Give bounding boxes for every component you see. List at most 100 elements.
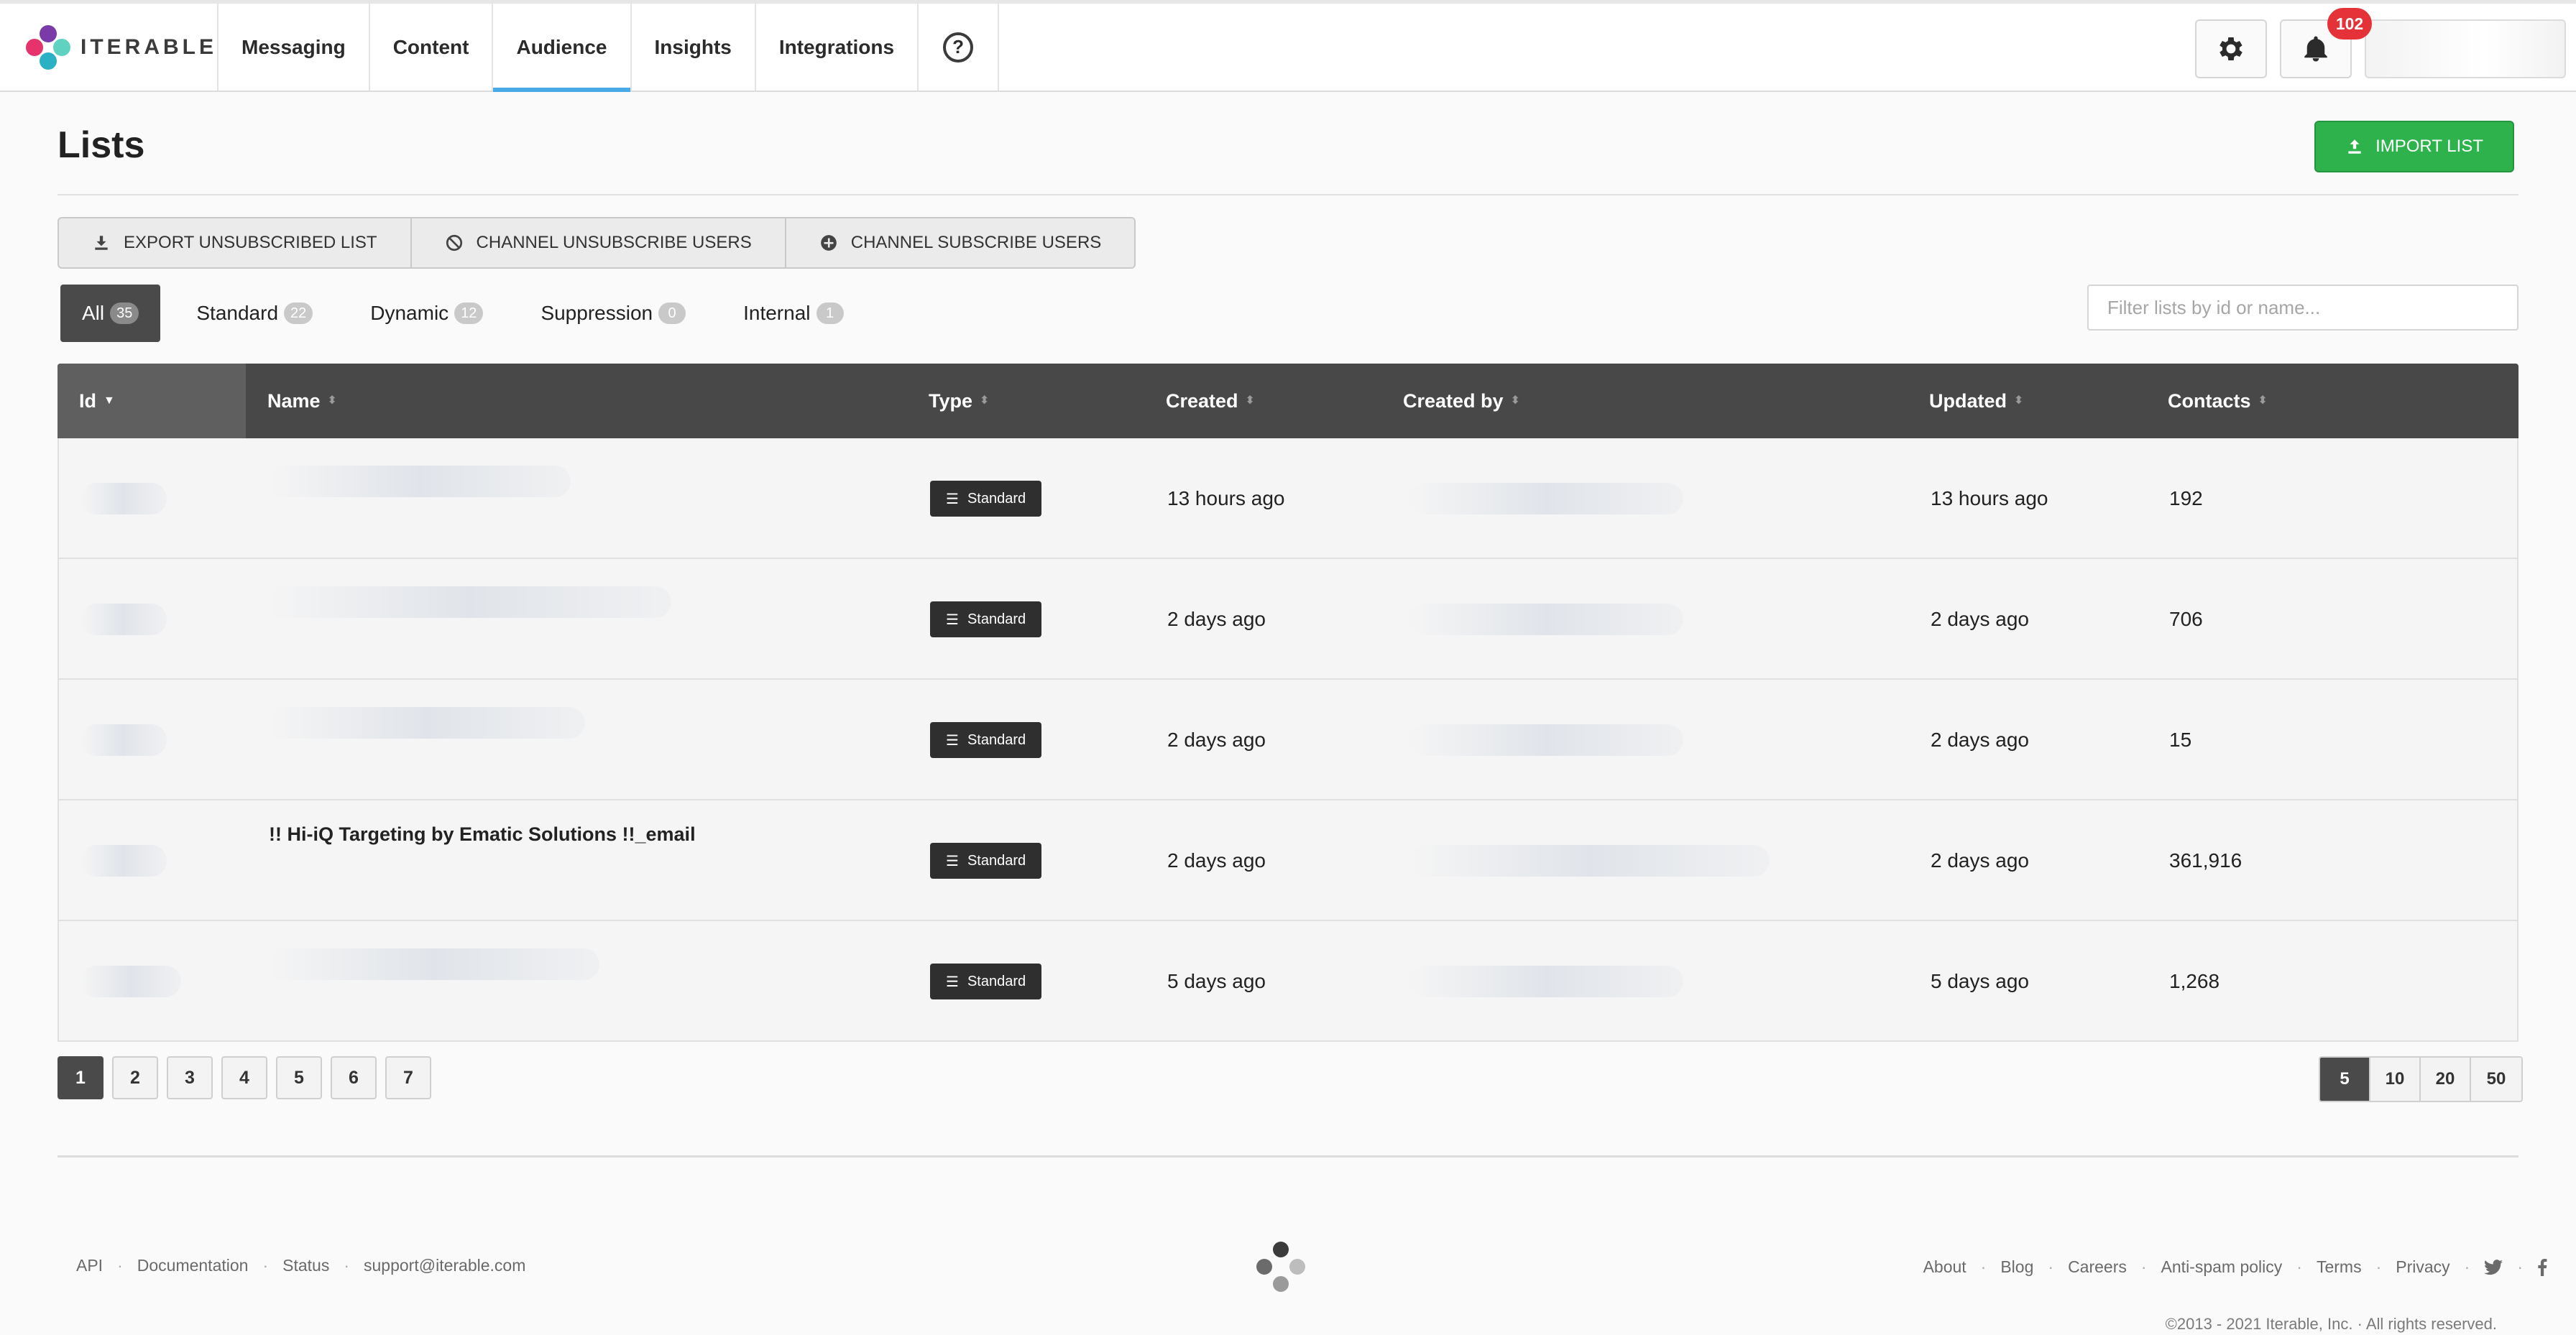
tab-all[interactable]: All 35 xyxy=(60,285,161,342)
upload-icon xyxy=(2348,139,2361,154)
created-cell: 2 days ago xyxy=(1167,729,1266,751)
contacts-cell: 15 xyxy=(2169,729,2192,751)
twitter-icon[interactable] xyxy=(2484,1259,2503,1275)
notifications-button[interactable]: 102 xyxy=(2280,8,2372,78)
pagination: 1 2 3 4 5 6 7 xyxy=(58,1056,431,1099)
page-size-selector: 5 10 20 50 xyxy=(2319,1056,2523,1102)
separator: · xyxy=(262,1256,269,1275)
footer-right-links: About · Blog · Careers · Anti-spam polic… xyxy=(1923,1257,2547,1277)
bell-icon xyxy=(2304,36,2327,62)
redacted-creator xyxy=(1410,724,1683,756)
page-button[interactable]: 5 xyxy=(276,1056,322,1099)
table-row[interactable]: !! Hi-iQ Targeting by Ematic Solutions !… xyxy=(58,800,2518,921)
tab-label: All xyxy=(82,302,105,324)
import-list-button[interactable]: IMPORT LIST xyxy=(2314,121,2514,172)
page-title: Lists xyxy=(58,124,145,166)
user-menu[interactable] xyxy=(2365,19,2566,78)
footer-link-privacy[interactable]: Privacy xyxy=(2396,1257,2450,1277)
column-header-updated[interactable]: Updated ⬍ xyxy=(1929,364,2023,438)
column-header-name[interactable]: Name ⬍ xyxy=(267,364,337,438)
page-button[interactable]: 7 xyxy=(385,1056,431,1099)
type-label: Standard xyxy=(967,852,1026,869)
nav-label: Messaging xyxy=(242,35,346,58)
filter-lists-input[interactable] xyxy=(2087,285,2518,331)
tab-dynamic[interactable]: Dynamic 12 xyxy=(349,285,505,342)
page-button[interactable]: 4 xyxy=(221,1056,267,1099)
page-button[interactable]: 2 xyxy=(112,1056,158,1099)
nav-integrations[interactable]: Integrations xyxy=(756,4,919,91)
footer-link-terms[interactable]: Terms xyxy=(2317,1257,2362,1277)
copyright-text: ©2013 - 2021 Iterable, Inc. · All rights… xyxy=(2165,1315,2497,1333)
footer-link-about[interactable]: About xyxy=(1923,1257,1966,1277)
redacted-id xyxy=(80,845,167,877)
nav-insights[interactable]: Insights xyxy=(632,4,756,91)
page-button[interactable]: 6 xyxy=(331,1056,377,1099)
list-icon: ☰ xyxy=(946,974,959,990)
column-header-type[interactable]: Type ⬍ xyxy=(929,364,989,438)
list-icon: ☰ xyxy=(946,491,959,507)
footer-link-documentation[interactable]: Documentation xyxy=(137,1256,249,1275)
footer-link-status[interactable]: Status xyxy=(282,1256,329,1275)
created-cell: 2 days ago xyxy=(1167,608,1266,630)
page-button[interactable]: 3 xyxy=(167,1056,213,1099)
channel-unsubscribe-button[interactable]: CHANNEL UNSUBSCRIBE USERS xyxy=(412,218,786,267)
export-unsubscribed-button[interactable]: EXPORT UNSUBSCRIBED LIST xyxy=(59,218,412,267)
table-row[interactable]: ☰ Standard 13 hours ago 13 hours ago 192 xyxy=(58,438,2518,559)
list-name[interactable]: !! Hi-iQ Targeting by Ematic Solutions !… xyxy=(269,823,696,846)
footer-left-links: API · Documentation · Status · support@i… xyxy=(76,1256,525,1275)
sort-icon: ⬍ xyxy=(1510,394,1520,407)
column-header-created-by[interactable]: Created by ⬍ xyxy=(1403,364,1520,438)
column-header-contacts[interactable]: Contacts ⬍ xyxy=(2168,364,2268,438)
type-tag: ☰ Standard xyxy=(930,722,1042,758)
separator: · xyxy=(2375,1257,2382,1276)
redacted-name xyxy=(269,466,571,497)
footer-link-anti-spam[interactable]: Anti-spam policy xyxy=(2161,1257,2283,1277)
column-label: Created xyxy=(1166,389,1238,412)
tab-label: Suppression xyxy=(540,302,653,324)
nav-audience[interactable]: Audience xyxy=(493,4,632,92)
notification-count-badge: 102 xyxy=(2327,8,2372,40)
table-row[interactable]: ☰ Standard 2 days ago 2 days ago 15 xyxy=(58,680,2518,800)
type-label: Standard xyxy=(967,731,1026,748)
footer-link-careers[interactable]: Careers xyxy=(2068,1257,2127,1277)
nav-messaging[interactable]: Messaging xyxy=(218,4,370,91)
updated-cell: 2 days ago xyxy=(1931,729,2029,751)
page-size-button[interactable]: 20 xyxy=(2421,1058,2471,1101)
page-size-button[interactable]: 50 xyxy=(2471,1058,2521,1101)
updated-cell: 5 days ago xyxy=(1931,970,2029,992)
separator: · xyxy=(344,1256,350,1275)
export-unsubscribed-label: EXPORT UNSUBSCRIBED LIST xyxy=(124,233,377,252)
column-label: Type xyxy=(929,389,973,412)
nav-content[interactable]: Content xyxy=(370,4,494,91)
footer-link-support[interactable]: support@iterable.com xyxy=(364,1256,525,1275)
page-button[interactable]: 1 xyxy=(58,1056,104,1099)
table-row[interactable]: ☰ Standard 2 days ago 2 days ago 706 xyxy=(58,559,2518,680)
facebook-icon[interactable] xyxy=(2537,1258,2547,1276)
contacts-cell: 706 xyxy=(2169,608,2203,630)
footer-link-api[interactable]: API xyxy=(76,1256,103,1275)
gear-icon xyxy=(2220,37,2242,60)
tab-internal[interactable]: Internal 1 xyxy=(722,285,865,342)
tab-label: Internal xyxy=(743,302,811,324)
tab-standard[interactable]: Standard 22 xyxy=(175,285,334,342)
footer-link-blog[interactable]: Blog xyxy=(2000,1257,2033,1277)
tab-label: Standard xyxy=(196,302,279,324)
sort-desc-icon: ▼ xyxy=(104,394,115,407)
page-size-button[interactable]: 10 xyxy=(2370,1058,2421,1101)
settings-button[interactable] xyxy=(2195,19,2267,78)
brand-logo[interactable]: ITERABLE xyxy=(0,4,218,91)
sort-icon: ⬍ xyxy=(980,394,990,407)
column-header-id[interactable]: Id ▼ xyxy=(58,364,246,438)
separator: · xyxy=(2464,1257,2470,1276)
channel-subscribe-button[interactable]: CHANNEL SUBSCRIBE USERS xyxy=(786,218,1135,267)
column-label: Updated xyxy=(1929,389,2007,412)
page-size-button[interactable]: 5 xyxy=(2320,1058,2370,1101)
column-header-created[interactable]: Created ⬍ xyxy=(1166,364,1255,438)
ban-icon xyxy=(446,234,462,251)
redacted-creator xyxy=(1410,483,1683,514)
table-row[interactable]: ☰ Standard 5 days ago 5 days ago 1,268 xyxy=(58,921,2518,1042)
help-button[interactable]: ? xyxy=(919,4,1000,91)
footer-logo-icon xyxy=(1254,1240,1308,1295)
iterable-logo-icon xyxy=(23,22,70,73)
tab-suppression[interactable]: Suppression 0 xyxy=(519,285,707,342)
